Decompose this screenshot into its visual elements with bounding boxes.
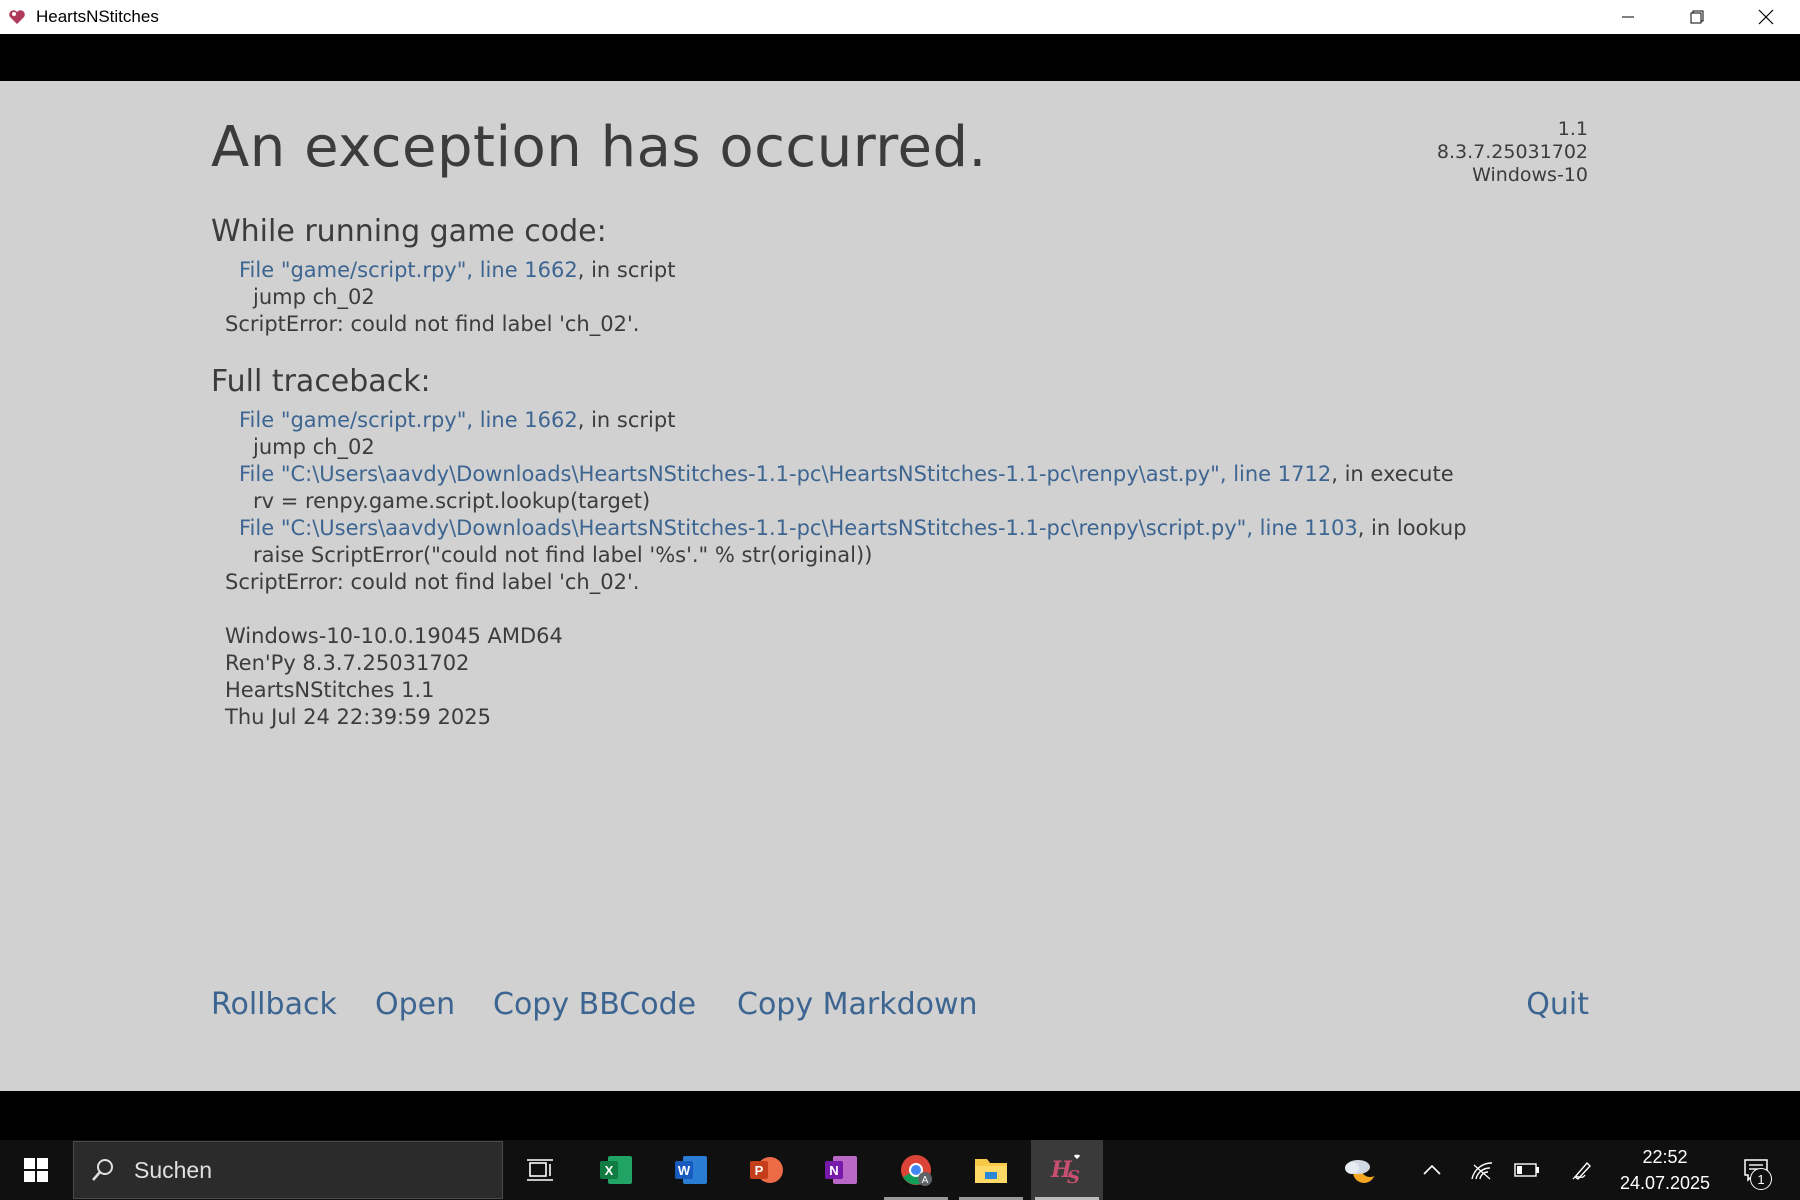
traceback-line: File "C:\Users\aavdy\Downloads\HeartsNSt…: [211, 515, 1467, 542]
version-line: 1.1: [1557, 118, 1588, 140]
rollback-button[interactable]: Rollback: [211, 987, 337, 1022]
onenote-icon: N: [825, 1156, 857, 1184]
windows-logo-icon: [24, 1158, 48, 1182]
wifi-icon: [1471, 1162, 1493, 1180]
traceback-suffix: , in lookup: [1357, 516, 1467, 540]
traceback-suffix: , in execute: [1331, 462, 1454, 486]
minimize-icon: [1621, 16, 1634, 18]
taskbar-app-heartsnstitches[interactable]: HS: [1031, 1140, 1103, 1200]
copy-markdown-button[interactable]: Copy Markdown: [737, 987, 978, 1022]
word-icon: W: [675, 1156, 707, 1184]
taskbar-app-excel[interactable]: X: [580, 1140, 652, 1200]
code-line: rv = renpy.game.script.lookup(target): [253, 489, 651, 513]
network-button[interactable]: [1460, 1140, 1504, 1200]
file-explorer-icon: [975, 1159, 1007, 1183]
taskbar-app-onenote[interactable]: N: [805, 1140, 877, 1200]
taskbar-app-file-explorer[interactable]: [955, 1140, 1027, 1200]
while-running-heading: While running game code:: [211, 214, 607, 249]
pen-workspace-button[interactable]: [1560, 1140, 1604, 1200]
traceback-suffix: , in script: [577, 258, 676, 282]
svg-text:S: S: [1067, 1167, 1080, 1187]
taskbar-app-word[interactable]: W: [655, 1140, 727, 1200]
system-info-line: Thu Jul 24 22:39:59 2025: [225, 705, 491, 729]
chrome-icon: A: [901, 1155, 932, 1186]
while-running-block: File "game/script.rpy", line 1662, in sc…: [211, 257, 675, 338]
code-line: jump ch_02: [253, 435, 375, 459]
close-button[interactable]: [1731, 0, 1800, 34]
file-link[interactable]: File "C:\Users\aavdy\Downloads\HeartsNSt…: [239, 462, 1331, 486]
task-view-icon: [527, 1159, 553, 1181]
search-icon: [92, 1159, 113, 1181]
full-traceback-block: File "game/script.rpy", line 1662, in sc…: [211, 407, 1467, 731]
version-line: Windows-10: [1472, 164, 1588, 186]
traceback-suffix: , in script: [577, 408, 676, 432]
svg-text:P: P: [755, 1163, 764, 1178]
restore-icon: [1690, 10, 1703, 24]
file-link[interactable]: File "game/script.rpy", line 1662: [239, 408, 578, 432]
open-button[interactable]: Open: [375, 987, 455, 1022]
error-message: ScriptError: could not find label 'ch_02…: [225, 570, 640, 594]
show-hidden-icons-button[interactable]: [1410, 1140, 1454, 1200]
svg-text:A: A: [922, 1175, 929, 1186]
clock-date: 24.07.2025: [1619, 1173, 1711, 1193]
battery-icon: [1514, 1163, 1539, 1177]
letterbox-bottom: [0, 1091, 1800, 1140]
window-title: HeartsNStitches: [36, 7, 159, 26]
heart-app-icon: [6, 6, 28, 28]
pen-icon: [1572, 1161, 1591, 1180]
svg-text:W: W: [678, 1163, 691, 1178]
copy-bbcode-button[interactable]: Copy BBCode: [493, 987, 696, 1022]
error-message: ScriptError: could not find label 'ch_02…: [225, 312, 640, 336]
traceback-line: File "game/script.rpy", line 1662, in sc…: [211, 257, 675, 284]
weather-icon: [1345, 1159, 1379, 1183]
svg-text:N: N: [829, 1163, 838, 1178]
page-title: An exception has occurred.: [211, 115, 987, 180]
start-button[interactable]: [0, 1140, 72, 1200]
close-icon: [1758, 9, 1773, 25]
action-bar: Rollback Open Copy BBCode Copy Markdown …: [211, 987, 1589, 1027]
traceback-line: File "C:\Users\aavdy\Downloads\HeartsNSt…: [211, 461, 1467, 488]
excel-icon: X: [600, 1156, 632, 1184]
system-info-line: Windows-10-10.0.19045 AMD64: [225, 624, 563, 648]
version-line: 8.3.7.25031702: [1436, 141, 1588, 163]
taskbar-app-chrome[interactable]: A: [880, 1140, 952, 1200]
task-view-button[interactable]: [504, 1140, 576, 1200]
notification-badge: 1: [1750, 1168, 1772, 1190]
minimize-button[interactable]: [1593, 0, 1662, 34]
code-line: jump ch_02: [253, 285, 375, 309]
search-placeholder: Suchen: [134, 1156, 213, 1183]
chevron-up-icon: [1423, 1164, 1441, 1175]
traceback-line: File "game/script.rpy", line 1662, in sc…: [211, 407, 1467, 434]
restore-button[interactable]: [1662, 0, 1731, 34]
taskbar-clock[interactable]: 22:52 24.07.2025: [1610, 1140, 1720, 1200]
powerpoint-icon: P: [750, 1157, 783, 1183]
taskbar: Suchen X W P N A HS 22:52 24.07.2025 1: [0, 1140, 1800, 1200]
weather-widget[interactable]: [1335, 1140, 1387, 1200]
system-info-line: HeartsNStitches 1.1: [225, 678, 435, 702]
file-link[interactable]: File "game/script.rpy", line 1662: [239, 258, 578, 282]
code-line: raise ScriptError("could not find label …: [253, 543, 873, 567]
clock-time: 22:52: [1642, 1147, 1688, 1167]
battery-button[interactable]: [1505, 1140, 1549, 1200]
exception-screen: An exception has occurred. 1.1 8.3.7.250…: [0, 81, 1800, 1091]
heartsnstitches-icon: HS: [1050, 1154, 1080, 1187]
letterbox-top: [0, 34, 1800, 81]
full-traceback-heading: Full traceback:: [211, 364, 431, 399]
window-titlebar: HeartsNStitches: [0, 0, 1800, 34]
taskbar-app-powerpoint[interactable]: P: [730, 1140, 802, 1200]
svg-text:X: X: [605, 1163, 614, 1178]
file-link[interactable]: File "C:\Users\aavdy\Downloads\HeartsNSt…: [239, 516, 1358, 540]
taskbar-search[interactable]: Suchen: [73, 1141, 503, 1199]
system-info-line: Ren'Py 8.3.7.25031702: [225, 651, 470, 675]
version-info: 1.1 8.3.7.25031702 Windows-10: [1437, 118, 1588, 187]
quit-button[interactable]: Quit: [1526, 987, 1589, 1022]
